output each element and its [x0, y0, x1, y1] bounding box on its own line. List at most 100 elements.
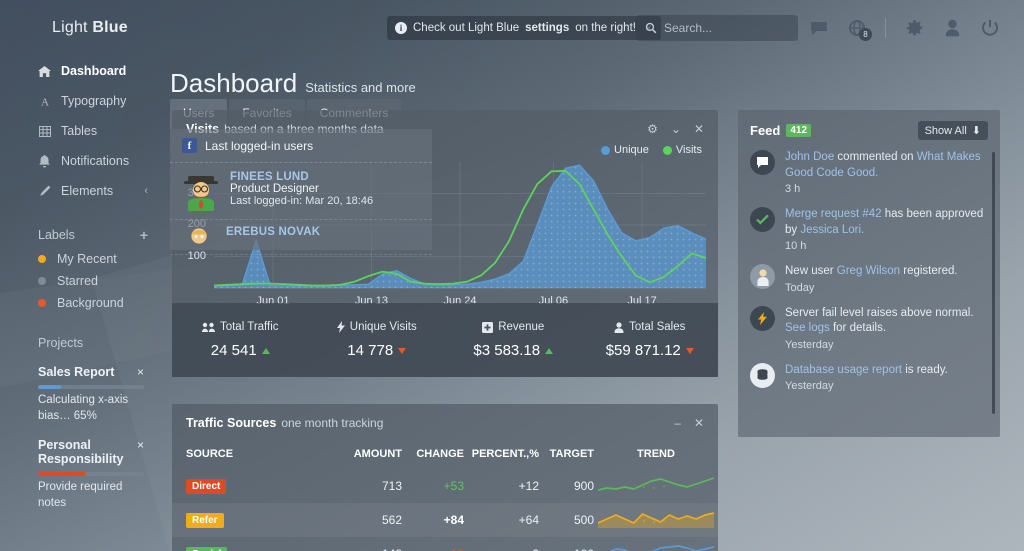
- project-close-icon[interactable]: ×: [129, 438, 144, 452]
- feed-text-fragment: is ready.: [902, 363, 948, 376]
- user-icon[interactable]: [942, 18, 962, 38]
- feed-item-time: 10 h: [785, 240, 807, 253]
- sidebar-item-notifications[interactable]: Notifications: [0, 146, 170, 176]
- stat-value: 24 541: [210, 342, 257, 359]
- brand-logo[interactable]: Light Blue: [0, 19, 170, 37]
- show-all-label: Show All: [924, 124, 967, 137]
- globe-icon[interactable]: 8: [847, 18, 872, 41]
- label-text: Background: [57, 296, 124, 310]
- project-close-icon[interactable]: ×: [129, 365, 144, 379]
- label-item-starred[interactable]: Starred: [0, 270, 170, 292]
- power-icon[interactable]: [980, 18, 1000, 38]
- sidebar-item-typography[interactable]: A Typography: [0, 86, 170, 116]
- table-row[interactable]: Social 148 -12+3180: [172, 537, 718, 551]
- chevron-down-icon[interactable]: ⌄: [671, 122, 681, 136]
- feed-link[interactable]: See logs: [785, 322, 830, 334]
- feed-link[interactable]: Jessica Lori.: [800, 224, 864, 236]
- sidebar-item-tables[interactable]: Tables: [0, 116, 170, 146]
- stat-label: Total Sales: [629, 321, 686, 333]
- feed-item-text: Merge request #42 has been approved by J…: [785, 207, 986, 238]
- feed-item[interactable]: John Doe commented on What Makes Good Co…: [750, 150, 986, 195]
- project-item[interactable]: Sales Report × Calculating x-axis bias… …: [0, 365, 170, 424]
- cell-amount: 148: [332, 537, 402, 551]
- cell-trend: [594, 503, 718, 537]
- svg-text:A: A: [41, 97, 49, 108]
- label-item-background[interactable]: Background: [0, 292, 170, 314]
- feed-item-time: 3 h: [785, 183, 801, 196]
- header-icon-group: 8: [809, 14, 1000, 42]
- home-icon: [38, 65, 51, 77]
- table-row[interactable]: Refer 562 +84 +64 500: [172, 503, 718, 537]
- sidebar-item-elements[interactable]: Elements ‹: [0, 176, 170, 206]
- feed-link[interactable]: Merge request #42: [785, 208, 882, 220]
- feed-text-fragment: Server fail level raises above normal.: [785, 306, 974, 319]
- feed-item-text: John Doe commented on What Makes Good Co…: [785, 150, 986, 181]
- label-item-my-recent[interactable]: My Recent: [0, 248, 170, 270]
- stat-label: Unique Visits: [349, 321, 417, 333]
- trend-sparkline: [597, 511, 715, 528]
- feed-item[interactable]: New user Greg Wilson registered. Today: [750, 264, 986, 294]
- close-icon[interactable]: ✕: [694, 122, 704, 136]
- col-trend: TREND: [637, 448, 675, 460]
- feed-link[interactable]: Database usage report: [785, 364, 902, 376]
- projects-section-header: Projects: [0, 330, 170, 356]
- stat-label: Total Traffic: [219, 321, 279, 333]
- feed-item-text: Server fail level raises above normal. S…: [785, 306, 986, 337]
- search-input[interactable]: Search...: [636, 15, 798, 41]
- feed-list[interactable]: John Doe commented on What Makes Good Co…: [738, 146, 1000, 433]
- show-all-button[interactable]: Show All ⬇: [917, 121, 988, 140]
- settings-notice[interactable]: i Check out Light Blue settings on the r…: [387, 16, 661, 40]
- table-row[interactable]: Direct 713 +53 +12 900: [172, 469, 718, 503]
- user-last-login: Last logged-in: Mar 20, 18:46: [230, 195, 374, 207]
- source-badge: Refer: [186, 513, 224, 528]
- feed-item-body: Database usage report is ready. Yesterday: [785, 363, 948, 393]
- download-arrow-icon: ⬇: [971, 125, 981, 137]
- cell-percent: +3: [464, 537, 539, 551]
- stat-total-traffic: Total Traffic 24 541: [172, 303, 309, 377]
- cell-change-value: +53: [443, 479, 464, 493]
- cell-target: 500: [573, 513, 594, 527]
- traffic-table: SOURCE AMOUNT CHANGE PERCENT.,% TARGET T…: [172, 442, 718, 551]
- minimize-icon[interactable]: –: [674, 416, 681, 430]
- feed-link[interactable]: Greg Wilson: [837, 265, 900, 277]
- info-icon: i: [395, 22, 407, 34]
- close-icon[interactable]: ✕: [694, 416, 704, 430]
- stat-unique-visits: Unique Visits 14 778: [309, 303, 446, 377]
- user-name[interactable]: EREBUS NOVAK: [226, 226, 320, 238]
- cell-change-value: -12: [447, 547, 464, 551]
- traffic-panel-header: Traffic Sources one month tracking – ✕: [172, 404, 718, 430]
- add-label-button[interactable]: +: [140, 227, 148, 243]
- project-item[interactable]: Personal Responsibility × Provide requir…: [0, 438, 170, 511]
- feed-item-body: Server fail level raises above normal. S…: [785, 306, 986, 351]
- feed-scrollbar[interactable]: [992, 152, 995, 414]
- list-item[interactable]: FINEES LUND Product Designer Last logged…: [170, 163, 432, 220]
- gear-icon[interactable]: ⚙: [647, 122, 658, 136]
- source-badge: Direct: [186, 479, 227, 494]
- traffic-subtitle: one month tracking: [281, 416, 384, 430]
- col-percent: PERCENT.,%: [471, 448, 539, 460]
- list-item[interactable]: EREBUS NOVAK: [170, 220, 432, 255]
- notice-pre: Check out Light Blue: [413, 22, 520, 34]
- stat-label: Revenue: [498, 321, 545, 333]
- stat-value-row: $3 583.18: [473, 342, 554, 359]
- avatar: [191, 228, 207, 244]
- sidebar: Dashboard A Typography Tables Notificati: [0, 56, 170, 551]
- feed-link[interactable]: John Doe: [785, 151, 834, 163]
- chevron-left-icon[interactable]: ‹: [144, 185, 148, 197]
- stat-total-sales: Total Sales $59 871.12: [582, 303, 719, 377]
- trend-sparkline: [597, 476, 715, 491]
- user-name[interactable]: FINEES LUND: [230, 171, 373, 183]
- col-amount: AMOUNT: [353, 448, 402, 460]
- feed-item[interactable]: Database usage report is ready. Yesterday: [750, 362, 986, 393]
- chat-icon[interactable]: [809, 18, 829, 38]
- feed-item[interactable]: Server fail level raises above normal. S…: [750, 305, 986, 351]
- cell-amount: 562: [381, 513, 402, 527]
- gear-icon[interactable]: [904, 18, 924, 38]
- project-progress-bar: [38, 472, 144, 477]
- sidebar-item-label: Notifications: [61, 154, 130, 168]
- feed-item[interactable]: Merge request #42 has been approved by J…: [750, 207, 986, 252]
- check-icon: [750, 207, 775, 233]
- stat-label-row: Unique Visits: [336, 321, 417, 333]
- facebook-icon: f: [182, 138, 197, 153]
- sidebar-item-dashboard[interactable]: Dashboard: [0, 56, 170, 86]
